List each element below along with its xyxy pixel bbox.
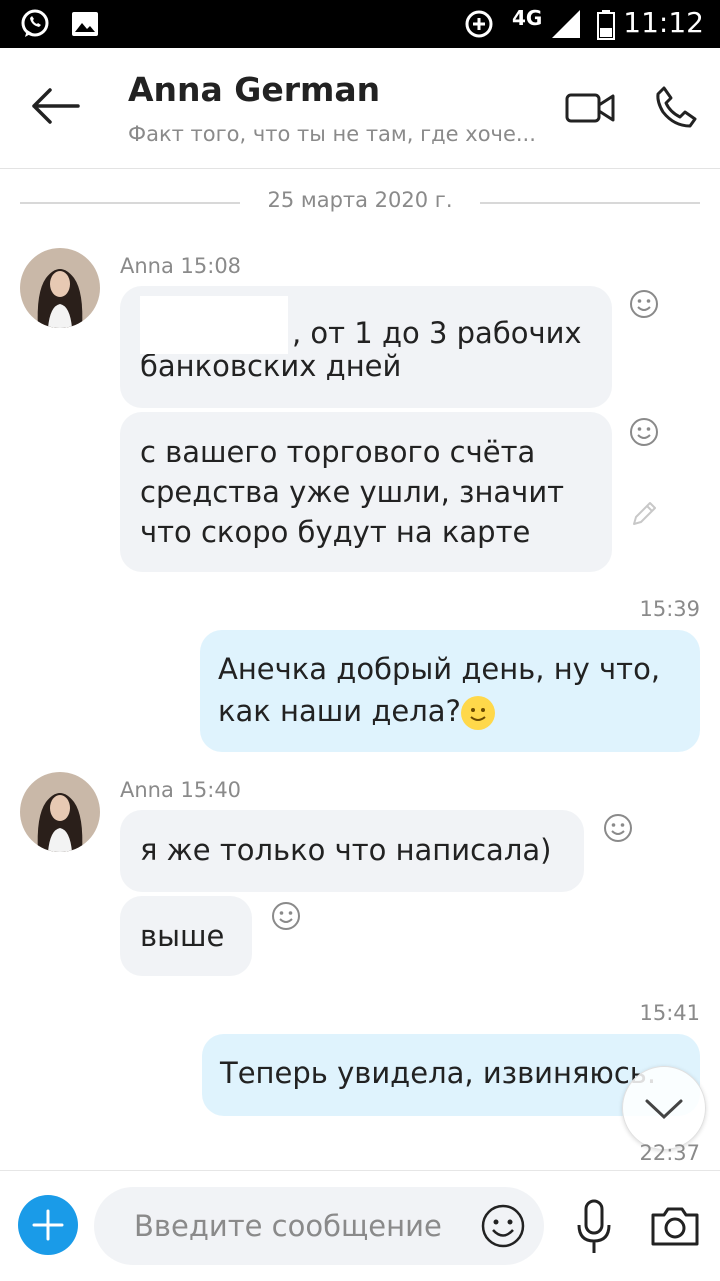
message-time: 22:37 <box>639 1141 700 1165</box>
message-bubble-outgoing[interactable]: Анечка добрый день, ну что, как наши дел… <box>200 630 700 752</box>
network-type: 4G <box>512 6 543 30</box>
data-saver-icon <box>465 10 493 38</box>
whatsapp-icon <box>21 9 49 37</box>
contact-status: Факт того, что ты не там, где хоче... <box>128 122 536 146</box>
signal-icon <box>552 10 580 38</box>
message-text: с вашего торгового счёта <box>140 435 536 469</box>
status-bar: 4G 11:12 <box>0 0 720 48</box>
avatar[interactable] <box>20 248 100 328</box>
message-text: выше <box>140 919 225 953</box>
message-text: как наши дела? <box>218 694 461 728</box>
message-bubble[interactable]: с вашего торгового счёта средства уже уш… <box>120 412 612 572</box>
message-text: Теперь увидела, извиняюсь. <box>220 1056 657 1090</box>
smiley-icon[interactable] <box>628 416 660 448</box>
camera-icon[interactable] <box>650 1205 700 1247</box>
message-input[interactable] <box>132 1203 466 1249</box>
message-input-container <box>94 1187 544 1265</box>
separator-line <box>480 202 700 204</box>
message-bubble[interactable]: я же только что написала) <box>120 810 584 892</box>
scroll-to-bottom-button[interactable] <box>622 1066 706 1150</box>
composer-bar <box>0 1170 720 1281</box>
message-text: средства уже ушли, значит <box>140 475 565 509</box>
sender-label: Anna 15:40 <box>120 778 242 802</box>
message-time: 15:41 <box>639 1001 700 1025</box>
smiley-icon[interactable] <box>602 812 634 844</box>
date-label: 25 марта 2020 г. <box>267 188 453 212</box>
pencil-icon[interactable] <box>628 498 660 530</box>
phone-icon[interactable] <box>654 84 698 130</box>
avatar[interactable] <box>20 772 100 852</box>
message-bubble[interactable]: выше <box>120 896 252 976</box>
message-text: я же только что написала) <box>140 833 552 867</box>
smiley-emoji-icon <box>460 696 495 730</box>
chat-header: Anna German Факт того, что ты не там, гд… <box>0 48 720 169</box>
message-time: 15:39 <box>639 597 700 621</box>
message-text: Анечка добрый день, ну что, <box>218 652 661 686</box>
contact-name[interactable]: Anna German <box>128 70 380 109</box>
redacted-block <box>140 296 288 354</box>
video-camera-icon[interactable] <box>564 90 616 126</box>
emoji-icon[interactable] <box>480 1203 526 1249</box>
clock: 11:12 <box>623 6 704 39</box>
message-bubble[interactable]: , от 1 до 3 рабочих банковских дней <box>120 286 612 408</box>
plus-icon <box>32 1209 64 1241</box>
image-icon <box>72 12 98 36</box>
smiley-icon[interactable] <box>270 900 302 932</box>
smiley-icon[interactable] <box>628 288 660 320</box>
message-text: что скоро будут на карте <box>140 515 531 549</box>
chevron-down-icon <box>645 1099 683 1120</box>
battery-icon <box>597 10 615 40</box>
message-text: , от 1 до 3 рабочих <box>292 316 582 350</box>
date-separator: 25 марта 2020 г. <box>0 186 720 218</box>
sender-label: Anna 15:08 <box>120 254 242 278</box>
arrow-left-icon[interactable] <box>28 86 84 126</box>
add-button[interactable] <box>18 1195 78 1255</box>
microphone-icon[interactable] <box>574 1199 614 1255</box>
